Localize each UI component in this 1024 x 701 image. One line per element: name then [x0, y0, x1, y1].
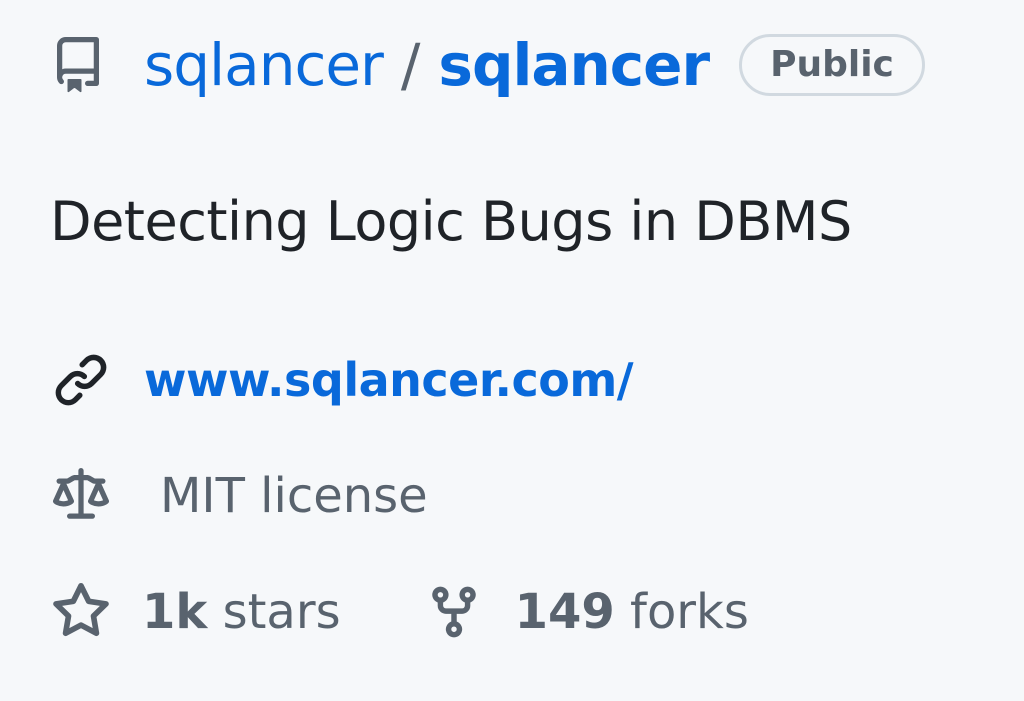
link-icon [50, 352, 112, 408]
repo-forked-icon [423, 584, 485, 640]
stars-link[interactable]: 1k stars [50, 582, 341, 640]
law-scale-icon [50, 468, 112, 524]
repo-icon [50, 35, 106, 95]
repo-stats: 1k stars 149 forks [50, 582, 749, 640]
stars-count: 1k [142, 584, 208, 640]
website-row: www.sqlancer.com/ [50, 352, 634, 408]
star-icon [50, 582, 112, 640]
forks-link[interactable]: 149 forks [423, 584, 749, 640]
path-separator: / [400, 31, 421, 99]
stars-label: stars [207, 584, 341, 640]
repo-header: sqlancer / sqlancer Public [50, 20, 925, 110]
repo-description: Detecting Logic Bugs in DBMS [50, 190, 852, 253]
visibility-badge: Public [739, 34, 925, 96]
repo-name-link[interactable]: sqlancer [438, 31, 710, 99]
website-link[interactable]: www.sqlancer.com/ [144, 353, 634, 407]
forks-count: 149 [514, 584, 615, 640]
license-label[interactable]: MIT license [160, 468, 428, 524]
license-row: MIT license [50, 468, 428, 524]
repo-owner-link[interactable]: sqlancer [144, 31, 384, 99]
forks-label: forks [614, 584, 749, 640]
